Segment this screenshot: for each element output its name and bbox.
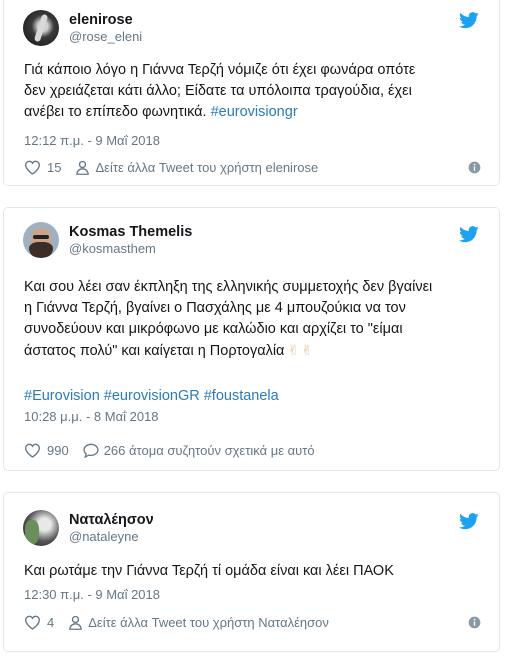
tweet-header[interactable]: Kosmas Themelis @kosmasthem <box>23 222 192 258</box>
like-button[interactable]: 4 <box>24 615 54 630</box>
more-tweets-label: Δείτε άλλα Tweet του χρήστη Ναταλέησον <box>88 614 329 630</box>
display-name[interactable]: Ναταλέησον <box>69 511 154 529</box>
tweet-text-line: ανέβει το επίπεδο φωνητικά. #eurovisiong… <box>24 102 486 123</box>
hashtag-link[interactable]: #eurovisiongr <box>211 104 298 120</box>
like-count: 15 <box>47 159 62 175</box>
tweet-text-line: Γιά κάποιο λόγο η Γιάννα Τερζή νόμιζε ότ… <box>24 62 416 78</box>
avatar[interactable] <box>23 222 59 258</box>
twitter-bird-icon[interactable] <box>459 226 479 243</box>
like-button[interactable]: 990 <box>24 443 69 458</box>
info-icon[interactable] <box>468 161 481 174</box>
info-icon[interactable] <box>468 616 481 629</box>
heart-icon <box>24 443 41 458</box>
tweet-header[interactable]: elenirose @rose_eleni <box>23 10 142 46</box>
victory-hand-emoji: ✌✌ <box>287 342 315 358</box>
like-count: 990 <box>47 442 69 458</box>
avatar[interactable] <box>23 510 59 546</box>
tweet-text: Και σου λέει σαν έκπληξη της ελληνικής σ… <box>24 277 486 362</box>
person-icon <box>69 615 83 630</box>
replies-label: 266 άτομα συζητούν σχετικά με αυτό <box>103 442 315 458</box>
replies-link[interactable]: 266 άτομα συζητούν σχετικά με αυτό <box>83 443 315 458</box>
like-button[interactable]: 15 <box>24 160 61 175</box>
more-tweets-link[interactable]: Δείτε άλλα Tweet του χρήστη elenirose <box>75 160 318 175</box>
person-icon <box>76 160 90 175</box>
tweet-text-line: η Γιάννα Τερζή, βγαίνει ο Πασχάλης με 4 … <box>24 300 406 316</box>
tweet-text-fragment: ανέβει το επίπεδο φωνητικά. <box>24 104 207 120</box>
display-name[interactable]: elenirose <box>69 11 142 29</box>
tweet-actions: 990 266 άτομα συζητούν σχετικά με αυτό <box>24 441 481 459</box>
tweet-text: Γιά κάποιο λόγο η Γιάννα Τερζή νόμιζε ότ… <box>24 60 486 123</box>
twitter-bird-icon[interactable] <box>459 12 479 29</box>
user-handle[interactable]: @kosmasthem <box>69 241 192 257</box>
tweet-text: Και ρωτάμε την Γιάννα Τερζή τί ομάδα είν… <box>24 561 486 582</box>
tweet-card[interactable]: elenirose @rose_eleni Γιά κάποιο λόγο η … <box>3 0 500 186</box>
tweet-header[interactable]: Ναταλέησον @nataleyne <box>23 510 154 546</box>
tweet-text-line: Και σου λέει σαν έκπληξη της ελληνικής σ… <box>24 279 433 295</box>
tweet-text-line: συνοδεύουν και μικρόφωνο με καλώδιο και … <box>24 321 403 337</box>
more-tweets-link[interactable]: Δείτε άλλα Tweet του χρήστη Ναταλέησον <box>68 615 329 630</box>
tweet-actions: 4 Δείτε άλλα Tweet του χρήστη Ναταλέησον <box>24 613 481 631</box>
user-handle[interactable]: @rose_eleni <box>69 29 142 45</box>
hashtag-links[interactable]: #Eurovision #eurovisionGR #foustanela <box>24 386 486 407</box>
tweet-text-line: δεν χρειάζεται κάτι άλλο; Είδατε τα υπόλ… <box>24 83 412 99</box>
user-handle[interactable]: @nataleyne <box>69 529 154 545</box>
tweet-card[interactable]: Kosmas Themelis @kosmasthem Και σου λέει… <box>3 207 500 471</box>
tweet-text-line: άστατος πολύ" και καίγεται η Πορτογαλία ✌… <box>24 340 486 362</box>
avatar[interactable] <box>23 10 59 46</box>
tweet-actions: 15 Δείτε άλλα Tweet του χρήστη elenirose <box>24 158 481 176</box>
tweet-timestamp[interactable]: 12:12 π.μ. - 9 Μαΐ 2018 <box>24 133 160 148</box>
more-tweets-label: Δείτε άλλα Tweet του χρήστη elenirose <box>95 159 319 175</box>
heart-icon <box>24 615 41 630</box>
tweet-feed: elenirose @rose_eleni Γιά κάποιο λόγο η … <box>0 0 511 661</box>
display-name[interactable]: Kosmas Themelis <box>69 223 192 241</box>
tweet-timestamp[interactable]: 10:28 μ.μ. - 8 Μαΐ 2018 <box>24 409 159 424</box>
tweet-timestamp[interactable]: 12:30 π.μ. - 9 Μαΐ 2018 <box>24 587 160 602</box>
heart-icon <box>24 160 41 175</box>
tweet-text-fragment: άστατος πολύ" και καίγεται η Πορτογαλία <box>24 343 285 359</box>
like-count: 4 <box>47 614 55 630</box>
reply-bubble-icon <box>83 443 99 458</box>
tweet-card[interactable]: Ναταλέησον @nataleyne Και ρωτάμε την Γιά… <box>3 492 500 652</box>
twitter-bird-icon[interactable] <box>459 513 479 530</box>
tweet-text-line: Και ρωτάμε την Γιάννα Τερζή τί ομάδα είν… <box>24 563 394 579</box>
